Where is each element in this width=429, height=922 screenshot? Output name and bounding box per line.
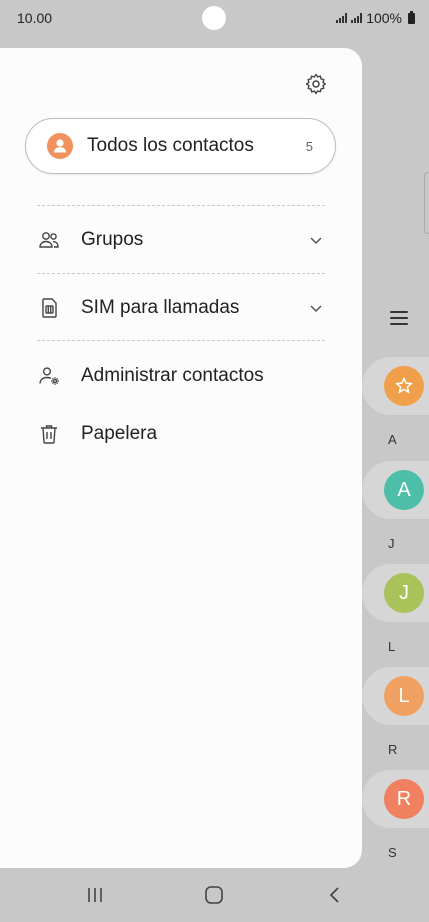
drawer-item-trash[interactable]: Papelera xyxy=(37,414,327,454)
back-icon xyxy=(329,887,339,903)
drawer-item-label: SIM para llamadas xyxy=(81,297,240,318)
chevron-down-icon[interactable] xyxy=(309,233,323,247)
system-nav-bar xyxy=(0,868,429,922)
menu-icon[interactable] xyxy=(390,310,408,326)
status-icons: 100% xyxy=(336,10,415,26)
status-time: 10.00 xyxy=(17,10,53,26)
contact-avatar: R xyxy=(384,779,424,819)
gear-icon[interactable] xyxy=(304,72,328,96)
battery-icon xyxy=(408,10,415,24)
divider xyxy=(37,273,325,274)
recent-apps-icon xyxy=(88,888,102,902)
all-contacts-count: 5 xyxy=(305,138,313,154)
drawer-item-sim[interactable]: SIM para llamadas xyxy=(37,288,327,328)
manage-contacts-icon xyxy=(37,364,61,388)
all-contacts-label: Todos los contactos xyxy=(87,135,254,156)
home-icon xyxy=(205,886,223,904)
index-letter: J xyxy=(388,536,395,551)
index-letter: R xyxy=(388,742,398,757)
scrollbar[interactable] xyxy=(424,172,429,234)
recent-apps-button[interactable] xyxy=(80,868,110,922)
navigation-drawer: Todos los contactos 5 Grupos SIM para ll… xyxy=(0,48,362,868)
status-bar: 10.00 100% xyxy=(0,0,429,36)
index-letter: L xyxy=(388,639,396,654)
favorites-avatar xyxy=(384,366,424,406)
sim-card-icon xyxy=(37,296,61,320)
trash-icon xyxy=(37,422,61,446)
back-button[interactable] xyxy=(320,868,350,922)
divider xyxy=(37,340,325,341)
person-avatar-icon xyxy=(47,133,73,159)
drawer-item-label: Grupos xyxy=(81,229,144,250)
drawer-item-manage[interactable]: Administrar contactos xyxy=(37,356,327,396)
contact-avatar: J xyxy=(384,573,424,613)
home-button[interactable] xyxy=(199,868,229,922)
camera-cutout xyxy=(202,6,226,30)
drawer-item-label: Administrar contactos xyxy=(81,365,264,386)
drawer-item-label: Papelera xyxy=(81,423,158,444)
chevron-down-icon[interactable] xyxy=(309,301,323,315)
contact-avatar: A xyxy=(384,470,424,510)
star-icon xyxy=(394,376,414,394)
divider xyxy=(37,205,325,206)
people-icon xyxy=(37,228,61,252)
signal-icon xyxy=(336,13,348,23)
index-letter: S xyxy=(388,845,397,860)
all-contacts-button[interactable]: Todos los contactos 5 xyxy=(25,118,336,174)
battery-level: 100% xyxy=(366,10,402,26)
signal-icon xyxy=(351,13,363,23)
contact-avatar: L xyxy=(384,676,424,716)
index-letter: A xyxy=(388,432,397,447)
drawer-item-groups[interactable]: Grupos xyxy=(37,220,327,260)
